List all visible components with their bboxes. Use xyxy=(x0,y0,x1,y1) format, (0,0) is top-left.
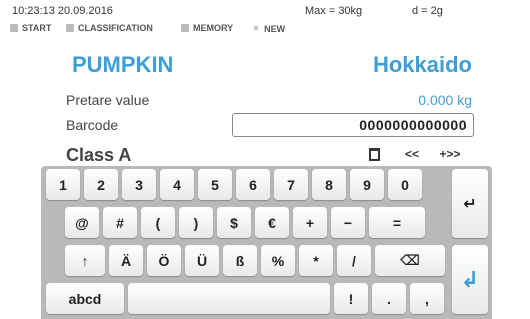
key-9[interactable]: 9 xyxy=(350,169,384,200)
nav-bar: START CLASSIFICATION MEMORY ★ NEW xyxy=(0,18,530,38)
cursor-back-button[interactable]: << xyxy=(399,143,425,165)
on-screen-keyboard: 1 2 3 4 5 6 7 8 9 0 ↵ @ # ( ) $ € + − = … xyxy=(41,166,492,319)
key-paren-close[interactable]: ) xyxy=(179,207,213,238)
class-label: Class A xyxy=(66,145,132,165)
shift-key[interactable]: ↑ xyxy=(65,245,105,276)
key-o-umlaut[interactable]: Ö xyxy=(147,245,181,276)
key-7[interactable]: 7 xyxy=(274,169,308,200)
key-equals[interactable]: = xyxy=(369,207,425,238)
key-exclamation[interactable]: ! xyxy=(334,283,368,314)
enter-key[interactable]: ↲ xyxy=(452,245,488,314)
key-paren-open[interactable]: ( xyxy=(141,207,175,238)
pretare-label: Pretare value xyxy=(66,92,150,108)
cursor-forward-button[interactable]: +>> xyxy=(437,143,463,165)
nav-classification-label: CLASSIFICATION xyxy=(78,23,153,33)
pretare-value[interactable]: 0.000 kg xyxy=(418,92,472,108)
key-4[interactable]: 4 xyxy=(160,169,194,200)
key-eszett[interactable]: ß xyxy=(223,245,257,276)
key-at[interactable]: @ xyxy=(65,207,99,238)
nav-start-label: START xyxy=(22,23,52,33)
backspace-key[interactable]: ⌫ xyxy=(375,245,445,276)
status-bar: 10:23:13 20.09.2016 Max = 30kg d = 2g xyxy=(0,0,530,18)
datetime: 10:23:13 20.09.2016 xyxy=(12,5,113,17)
key-euro[interactable]: € xyxy=(255,207,289,238)
nav-new[interactable]: ★ NEW xyxy=(252,23,285,34)
start-icon xyxy=(10,24,18,32)
nav-new-label: NEW xyxy=(264,23,286,34)
delete-button[interactable] xyxy=(361,143,387,165)
key-asterisk[interactable]: * xyxy=(299,245,333,276)
key-percent[interactable]: % xyxy=(261,245,295,276)
key-8[interactable]: 8 xyxy=(312,169,346,200)
key-6[interactable]: 6 xyxy=(236,169,270,200)
classification-icon xyxy=(66,24,74,32)
key-hash[interactable]: # xyxy=(103,207,137,238)
trash-icon xyxy=(368,147,380,161)
key-0[interactable]: 0 xyxy=(388,169,422,200)
abcd-key[interactable]: abcd xyxy=(46,283,124,314)
star-icon: ★ xyxy=(252,23,261,33)
key-3[interactable]: 3 xyxy=(122,169,156,200)
key-comma[interactable]: , xyxy=(410,283,444,314)
key-dollar[interactable]: $ xyxy=(217,207,251,238)
key-1[interactable]: 1 xyxy=(46,169,80,200)
product-variety: Hokkaido xyxy=(372,52,472,77)
memory-icon xyxy=(181,24,189,32)
key-u-umlaut[interactable]: Ü xyxy=(185,245,219,276)
key-minus[interactable]: − xyxy=(331,207,365,238)
nav-classification[interactable]: CLASSIFICATION xyxy=(66,23,153,33)
barcode-input[interactable]: 0000000000000 xyxy=(232,113,474,137)
key-period[interactable]: . xyxy=(372,283,406,314)
key-plus[interactable]: + xyxy=(293,207,327,238)
division-value: d = 2g xyxy=(412,5,443,17)
key-a-umlaut[interactable]: Ä xyxy=(109,245,143,276)
key-5[interactable]: 5 xyxy=(198,169,232,200)
space-key[interactable] xyxy=(128,283,330,314)
key-2[interactable]: 2 xyxy=(84,169,118,200)
nav-start[interactable]: START xyxy=(10,23,51,33)
barcode-label: Barcode xyxy=(66,117,119,133)
nav-memory-label: MEMORY xyxy=(193,23,234,33)
tab-key[interactable]: ↵ xyxy=(452,169,488,238)
nav-memory[interactable]: MEMORY xyxy=(181,23,233,33)
key-slash[interactable]: / xyxy=(337,245,371,276)
product-name: PUMPKIN xyxy=(72,52,174,77)
max-capacity: Max = 30kg xyxy=(305,5,363,17)
